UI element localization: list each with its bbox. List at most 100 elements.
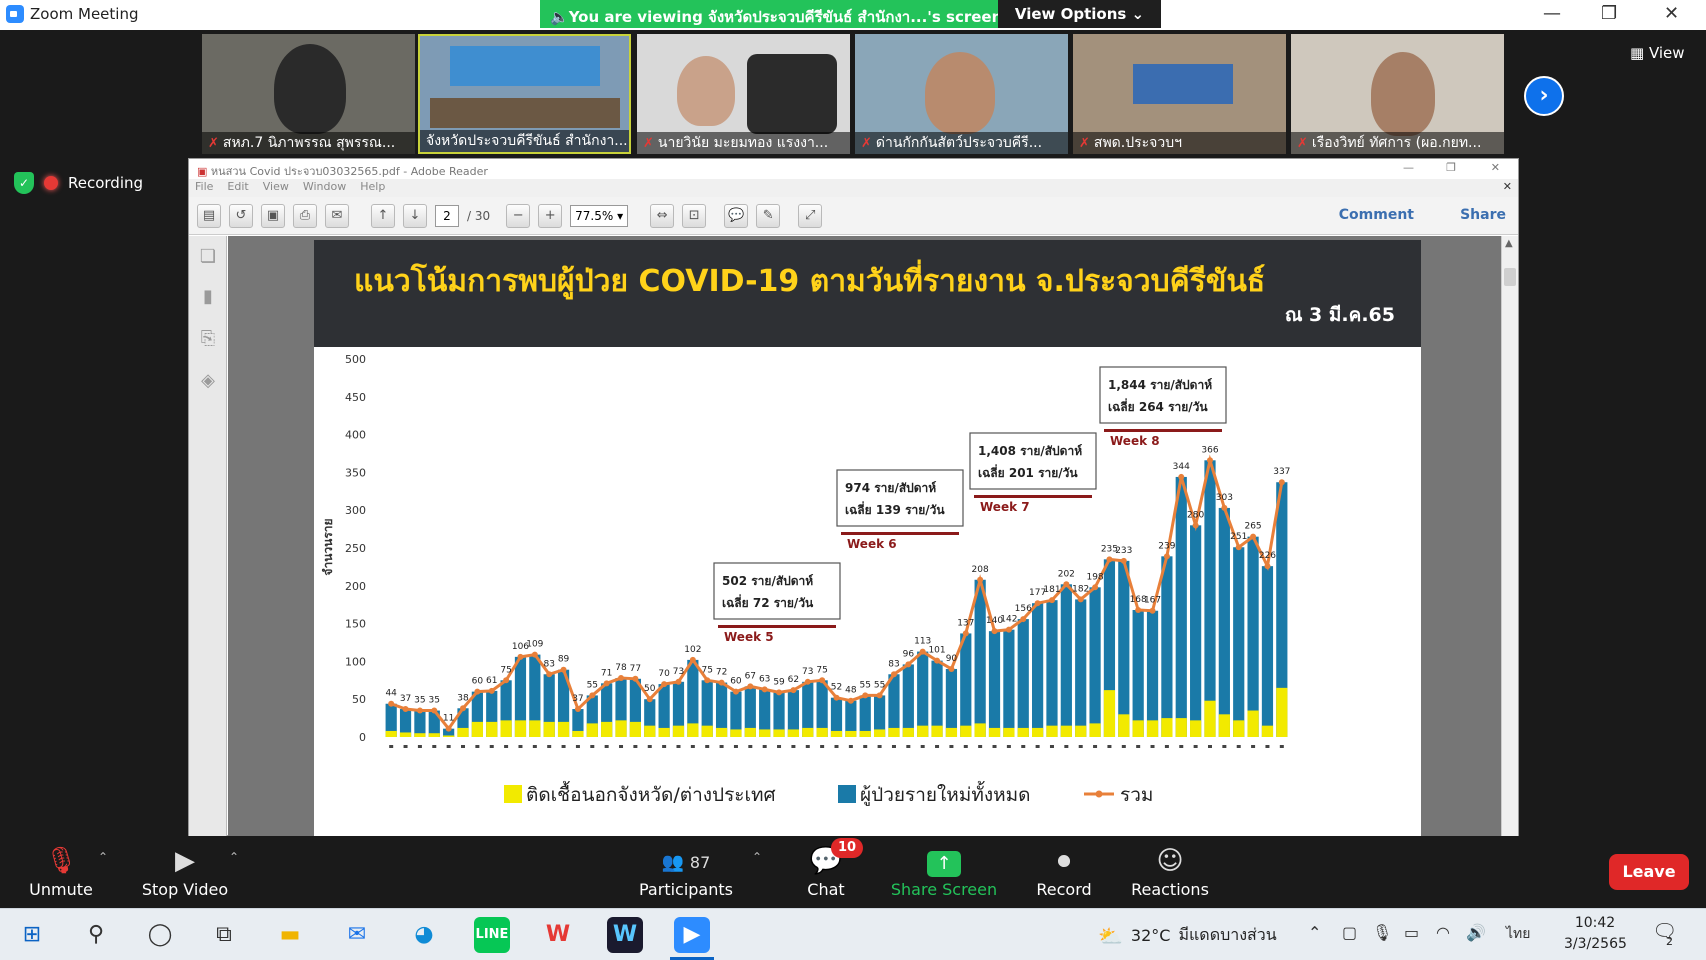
- participant-tile[interactable]: ✗ ด่านกักกันสัตว์ประจวบคีรี...: [855, 34, 1068, 154]
- bar-total: [902, 664, 914, 737]
- zoom-select[interactable]: 77.5% ▾: [570, 204, 629, 227]
- webex-icon[interactable]: W: [607, 917, 643, 953]
- audio-options-chevron-icon[interactable]: ⌃: [98, 850, 108, 864]
- save-icon[interactable]: ▣: [261, 203, 285, 228]
- line-point: [460, 705, 467, 712]
- menu-help[interactable]: Help: [360, 180, 385, 196]
- participant-tile[interactable]: ✗ เรืองวิทย์ ทัศการ (ผอ.กยท...: [1291, 34, 1504, 154]
- bar-outside: [1190, 720, 1202, 737]
- x-tick-mark: [417, 745, 422, 748]
- share-button[interactable]: Share: [1460, 207, 1506, 223]
- bar-outside: [543, 721, 555, 737]
- print-icon[interactable]: ⎙: [293, 203, 317, 228]
- next-page-arrow-icon[interactable]: ›: [1524, 76, 1564, 116]
- weather-widget[interactable]: ⛅ 32°C มีแดดบางส่วน: [1098, 923, 1277, 948]
- bar-outside: [471, 721, 483, 737]
- layers-icon[interactable]: ◈: [198, 370, 218, 391]
- x-tick-mark: [662, 745, 667, 748]
- device-icon[interactable]: ▢: [1342, 923, 1357, 942]
- attachment-icon[interactable]: ⎘: [198, 328, 218, 349]
- bar-total: [1233, 547, 1245, 737]
- data-label: 63: [759, 674, 770, 684]
- bar-total: [414, 710, 426, 737]
- view-button[interactable]: ▦ View: [1630, 44, 1685, 62]
- mail-icon[interactable]: ✉: [339, 917, 375, 953]
- fit-page-icon[interactable]: ⊡: [682, 203, 707, 228]
- close-icon[interactable]: ✕: [1664, 3, 1679, 24]
- line-point: [531, 651, 538, 658]
- wifi-icon[interactable]: ◠: [1436, 923, 1450, 942]
- x-tick-mark: [805, 745, 810, 748]
- x-tick-mark: [949, 745, 954, 748]
- bar-total: [1046, 600, 1058, 737]
- restore-icon[interactable]: ❐: [1601, 3, 1617, 24]
- prev-page-icon[interactable]: ↑: [371, 203, 395, 228]
- language-indicator[interactable]: ไทย: [1506, 923, 1530, 945]
- next-page-icon[interactable]: ↓: [403, 203, 427, 228]
- zoom-taskbar-icon[interactable]: ▶: [674, 917, 710, 953]
- zoom-in-icon[interactable]: +: [538, 203, 563, 228]
- wps-office-icon[interactable]: W: [540, 917, 576, 953]
- menu-view[interactable]: View: [263, 180, 289, 196]
- menu-file[interactable]: File: [195, 180, 213, 196]
- participant-tile-active[interactable]: จังหวัดประจวบคีรีขันธ์ สำนักงา...: [418, 34, 631, 154]
- bar-outside: [773, 729, 785, 737]
- participant-tile[interactable]: ✗ สหภ.7 นิภาพรรณ สุพรรณ...: [202, 34, 415, 154]
- task-view-icon[interactable]: ⧉: [206, 917, 242, 953]
- y-tick-label: 450: [345, 391, 366, 404]
- battery-icon[interactable]: ▭: [1404, 923, 1419, 942]
- participant-tile[interactable]: ✗ สพด.ประจวบฯ: [1073, 34, 1286, 154]
- search-icon[interactable]: ⚲: [78, 917, 114, 953]
- clock[interactable]: 10:42 3/3/2565: [1564, 913, 1627, 955]
- comment-bubble-icon[interactable]: 💬: [724, 203, 749, 228]
- comment-button[interactable]: Comment: [1339, 207, 1414, 223]
- video-options-chevron-icon[interactable]: ⌃: [229, 850, 239, 864]
- cortana-icon[interactable]: ◯: [142, 917, 178, 953]
- fit-width-icon[interactable]: ⇔: [650, 203, 675, 228]
- line-point: [1034, 600, 1041, 607]
- edge-browser-icon[interactable]: ◕: [406, 917, 442, 953]
- recording-indicator[interactable]: ✓ Recording: [14, 172, 143, 194]
- bar-outside: [1118, 714, 1130, 737]
- x-tick-mark: [1121, 745, 1126, 748]
- tray-chevron-up-icon[interactable]: ⌃: [1308, 923, 1321, 942]
- menu-window[interactable]: Window: [303, 180, 346, 196]
- bar-outside: [1204, 700, 1216, 737]
- vertical-scrollbar[interactable]: ▲: [1501, 236, 1518, 837]
- windows-start-icon[interactable]: ⊞: [14, 917, 50, 953]
- menu-edit[interactable]: Edit: [227, 180, 248, 196]
- scroll-up-icon[interactable]: ▲: [1505, 238, 1513, 249]
- pages-icon[interactable]: ❏: [198, 246, 218, 267]
- y-tick-label: 150: [345, 618, 366, 631]
- scroll-thumb[interactable]: [1504, 268, 1516, 286]
- notification-center-icon[interactable]: 🗨: [1652, 919, 1677, 943]
- file-explorer-icon[interactable]: ▬: [272, 917, 308, 953]
- reader-minimize-icon[interactable]: —: [1403, 161, 1414, 174]
- volume-icon[interactable]: 🔊: [1466, 923, 1486, 942]
- bar-outside: [658, 727, 670, 737]
- participant-tile[interactable]: ✗ นายวินัย มะยมทอง แรงงา...: [637, 34, 850, 154]
- participants-button[interactable]: 👥 87 Participants: [616, 846, 756, 899]
- view-options-button[interactable]: View Options ⌄: [998, 0, 1161, 28]
- reader-close-icon[interactable]: ✕: [1491, 161, 1500, 174]
- fullscreen-icon[interactable]: ⤢: [798, 203, 823, 228]
- line-point: [1092, 584, 1099, 591]
- highlight-icon[interactable]: ✎: [756, 203, 781, 228]
- document-area[interactable]: แนวโน้มการพบผู้ป่วย COVID-19 ตามวันที่รา…: [228, 236, 1503, 837]
- unmute-button[interactable]: 🎙 Unmute: [0, 846, 131, 899]
- reader-restore-icon[interactable]: ❐: [1446, 161, 1456, 174]
- page-number-input[interactable]: 2: [435, 204, 459, 227]
- open-icon[interactable]: ↺: [229, 203, 253, 228]
- microphone-tray-icon[interactable]: 🎙: [1372, 923, 1392, 942]
- create-pdf-icon[interactable]: ▤: [197, 203, 221, 228]
- reactions-button[interactable]: ☺ Reactions: [1100, 846, 1240, 899]
- share-screen-button[interactable]: ↑ Share Screen: [874, 846, 1014, 899]
- x-tick-mark: [963, 745, 968, 748]
- doc-close-icon[interactable]: ✕: [1503, 180, 1512, 193]
- email-icon[interactable]: ✉: [325, 203, 349, 228]
- bookmark-icon[interactable]: ▮: [198, 286, 218, 307]
- zoom-out-icon[interactable]: −: [506, 203, 531, 228]
- line-app-icon[interactable]: LINE: [474, 917, 510, 953]
- leave-button[interactable]: Leave: [1609, 854, 1689, 890]
- minimize-icon[interactable]: —: [1543, 3, 1561, 24]
